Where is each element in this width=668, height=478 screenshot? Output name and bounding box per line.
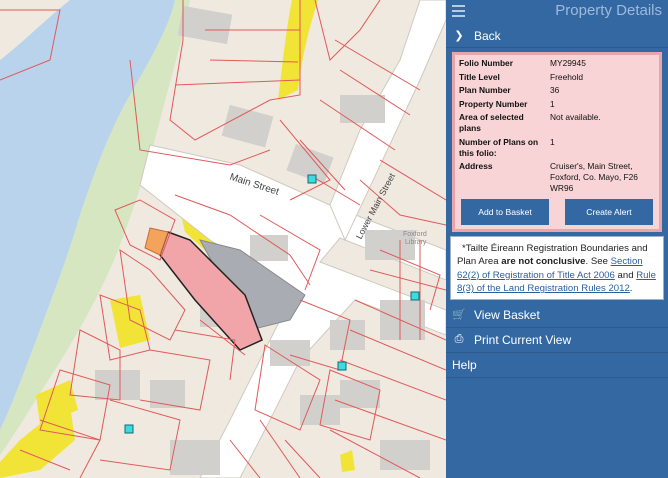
panel-header: Property Details bbox=[446, 0, 668, 24]
detail-row: Plan Number 36 bbox=[459, 85, 655, 96]
help-button[interactable]: Help bbox=[446, 353, 668, 378]
detail-row: Number of Plans on this folio: 1 bbox=[459, 137, 655, 159]
view-basket-button[interactable]: 🛒 View Basket bbox=[446, 303, 668, 328]
detail-label: Title Level bbox=[459, 71, 500, 82]
detail-value: Cruiser's, Main Street, Foxford, Co. May… bbox=[550, 161, 638, 193]
panel-title: Property Details bbox=[555, 2, 662, 19]
detail-value: 36 bbox=[550, 85, 560, 95]
create-alert-button[interactable]: Create Alert bbox=[565, 198, 653, 225]
disclaimer-note: *Tailte Éireann Registration Boundaries … bbox=[450, 235, 664, 300]
back-label: Back bbox=[474, 28, 501, 43]
detail-label: Plan Number bbox=[459, 85, 511, 95]
print-label: Print Current View bbox=[474, 332, 572, 347]
bottom-menu: 🛒 View Basket ⎙ Print Current View Help bbox=[446, 303, 668, 378]
detail-row: Folio Number MY29945 bbox=[459, 58, 655, 69]
detail-row: Area of selected plans Not available. bbox=[459, 112, 655, 134]
detail-value: MY29945 bbox=[550, 58, 586, 68]
print-current-view-button[interactable]: ⎙ Print Current View bbox=[446, 328, 668, 353]
detail-value: Freehold bbox=[550, 71, 584, 82]
help-label: Help bbox=[452, 357, 477, 372]
add-to-basket-button[interactable]: Add to Basket bbox=[461, 198, 549, 225]
detail-value: Not available. bbox=[550, 112, 601, 122]
map-view[interactable]: Main Street Lower Main Street Foxford Li… bbox=[0, 0, 446, 478]
detail-label: Folio Number bbox=[459, 58, 513, 68]
chevron-right-icon: ❯ bbox=[454, 30, 464, 42]
detail-label: Number of Plans on this folio: bbox=[459, 136, 539, 158]
disclaimer-bold: are not conclusive bbox=[501, 256, 586, 268]
detail-value: 1 bbox=[550, 98, 555, 109]
detail-label: Area of selected plans bbox=[459, 112, 524, 133]
disclaimer-end: . bbox=[629, 283, 633, 295]
printer-icon: ⎙ bbox=[454, 333, 464, 346]
detail-value: 1 bbox=[550, 136, 555, 147]
hamburger-menu-icon[interactable] bbox=[452, 5, 465, 17]
detail-row: Title Level Freehold bbox=[459, 72, 655, 83]
cart-icon: 🛒 bbox=[452, 309, 466, 322]
disclaimer-mid: . See bbox=[585, 256, 611, 268]
property-details-box: Folio Number MY29945 Title Level Freehol… bbox=[452, 52, 662, 232]
library-label-2: Library bbox=[405, 239, 427, 246]
detail-row: Property Number 1 bbox=[459, 99, 655, 110]
detail-label: Address bbox=[459, 161, 493, 171]
property-details-panel: Property Details ❯ Back Folio Number MY2… bbox=[446, 0, 668, 478]
library-label-1: Foxford bbox=[403, 231, 427, 238]
detail-row: Address Cruiser's, Main Street, Foxford,… bbox=[459, 161, 655, 194]
action-buttons: Add to Basket Create Alert bbox=[459, 197, 655, 225]
disclaimer-and: and bbox=[614, 269, 637, 281]
view-basket-label: View Basket bbox=[474, 307, 540, 322]
back-button[interactable]: ❯ Back bbox=[446, 24, 668, 48]
detail-label: Property Number bbox=[459, 98, 528, 109]
